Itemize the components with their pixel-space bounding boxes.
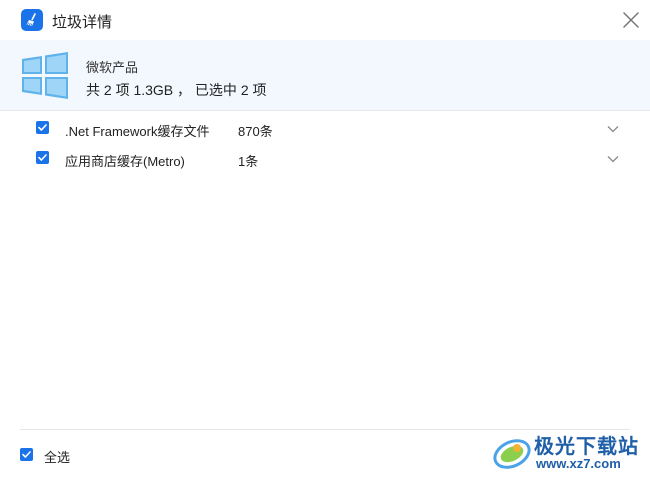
junk-item-list: .Net Framework缓存文件 870条 应用商店缓存(Metro) 1条	[0, 112, 650, 172]
chevron-down-icon	[607, 126, 619, 133]
item-count: 1条	[238, 154, 259, 169]
item-checkbox[interactable]	[36, 121, 49, 134]
checkmark-icon	[38, 124, 47, 131]
watermark-title: 极光下载站	[534, 436, 639, 458]
item-checkbox[interactable]	[36, 151, 49, 164]
aurora-logo-icon	[493, 439, 531, 469]
item-name: 应用商店缓存(Metro)	[65, 154, 185, 169]
category-header: 微软产品 共 2 项 1.3GB ， 已选中 2 项	[0, 40, 650, 111]
broom-icon	[21, 9, 43, 31]
title-bar: 垃圾详情	[0, 0, 650, 40]
close-icon	[623, 12, 639, 28]
select-all-box[interactable]	[20, 448, 33, 461]
windows-logo-icon	[22, 52, 68, 99]
watermark-url: www.xz7.com	[536, 456, 621, 471]
select-all-label: 全选	[44, 450, 71, 465]
window-title: 垃圾详情	[52, 14, 113, 31]
chevron-down-icon	[607, 156, 619, 163]
item-name: .Net Framework缓存文件	[65, 124, 210, 139]
category-summary: 共 2 项 1.3GB ， 已选中 2 项	[86, 82, 267, 98]
category-title: 微软产品	[86, 60, 139, 75]
close-button[interactable]	[620, 9, 642, 31]
list-item: .Net Framework缓存文件 870条	[0, 112, 650, 142]
watermark-logo: 极光下载站 www.xz7.com	[490, 428, 645, 476]
expand-button[interactable]	[606, 152, 620, 164]
expand-button[interactable]	[606, 122, 620, 134]
checkmark-icon	[22, 451, 31, 458]
checkmark-icon	[38, 154, 47, 161]
item-count: 870条	[238, 124, 273, 139]
list-item: 应用商店缓存(Metro) 1条	[0, 142, 650, 172]
